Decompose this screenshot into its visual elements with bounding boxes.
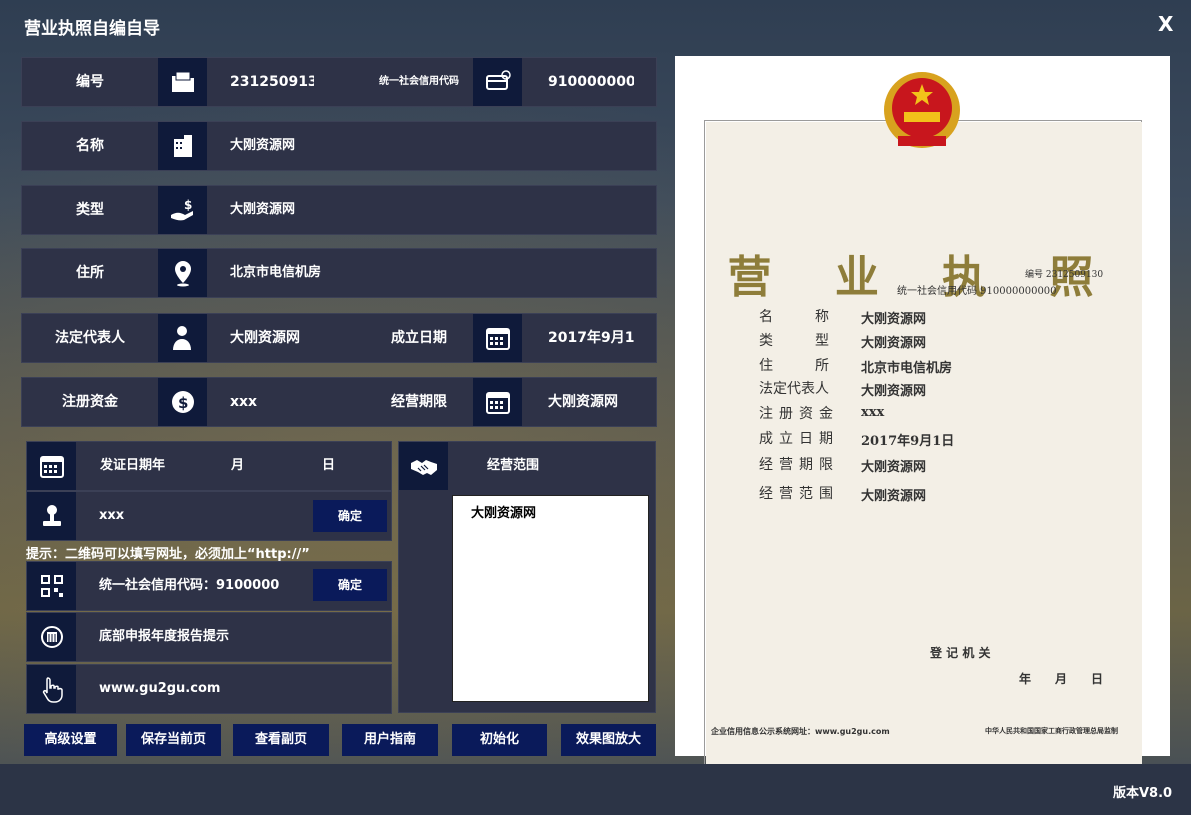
- found-label: 成立日期: [391, 330, 447, 346]
- version-label: 版本V8.0: [1113, 786, 1173, 801]
- svg-text:$: $: [178, 394, 188, 412]
- capital-label: 注册资金: [62, 394, 118, 410]
- cert-authority: 登 记 机 关: [930, 646, 991, 660]
- credit-label: 统一社会信用代码: [379, 76, 459, 87]
- seal-input[interactable]: xxx: [99, 492, 219, 540]
- issue-day-label[interactable]: 日: [322, 442, 352, 490]
- card-icon: [473, 58, 522, 106]
- footer-text-input[interactable]: 底部申报年度报告提示: [99, 613, 359, 661]
- cert-label-capital: 注册资金: [759, 406, 839, 422]
- advanced-settings-button[interactable]: 高级设置: [24, 724, 117, 756]
- row-capital: 注册资金 $ xxx 经营期限 大刚资源网: [21, 377, 657, 427]
- cert-label-rep: 法定代表人: [759, 381, 829, 397]
- row-website: www.gu2gu.com: [26, 664, 392, 714]
- confirm-qr-button[interactable]: 确定: [313, 569, 387, 601]
- row-number: 编号 2312509130 统一社会信用代码 9100000000: [21, 57, 657, 107]
- website-input[interactable]: www.gu2gu.com: [99, 665, 359, 713]
- row-issue-date: 发证日期年 月 日: [26, 441, 392, 491]
- initialize-button[interactable]: 初始化: [452, 724, 547, 756]
- found-input[interactable]: 2017年9月1日: [548, 314, 634, 362]
- cert-value-type: 大刚资源网: [861, 336, 927, 351]
- row-type: 类型 $ 大刚资源网: [21, 185, 657, 235]
- cert-value-scope: 大刚资源网: [861, 489, 927, 504]
- emblem-icon: [27, 613, 76, 661]
- location-pin-icon: [158, 249, 207, 297]
- calendar-icon: [27, 442, 76, 490]
- row-rep: 法定代表人 大刚资源网 成立日期 2017年9月1日: [21, 313, 657, 363]
- name-input[interactable]: 大刚资源网: [230, 122, 630, 170]
- stamp-icon: [27, 492, 76, 540]
- certificate-number: 编号 2312509130: [1025, 270, 1104, 280]
- cert-label-scope: 经营范围: [759, 486, 839, 502]
- person-icon: [158, 314, 207, 362]
- confirm-seal-button[interactable]: 确定: [313, 500, 387, 532]
- status-bar: [0, 764, 1191, 815]
- issue-month-label[interactable]: 月: [231, 442, 261, 490]
- cert-value-capital: xxx: [861, 405, 885, 420]
- cert-footer-right: 中华人民共和国国家工商行政管理总局监制: [985, 727, 1118, 735]
- rep-label: 法定代表人: [55, 330, 125, 346]
- type-label: 类型: [76, 202, 104, 218]
- view-copy-button[interactable]: 查看副页: [233, 724, 329, 756]
- address-label: 住所: [76, 265, 104, 281]
- term-input[interactable]: 大刚资源网: [548, 378, 648, 426]
- cert-label-name: 名 称: [759, 309, 829, 325]
- cert-value-address: 北京市电信机房: [861, 361, 953, 376]
- cert-date: 年 月 日: [1019, 672, 1104, 686]
- pointer-hand-icon: [27, 665, 76, 713]
- row-footer-text: 底部申报年度报告提示: [26, 612, 392, 662]
- row-name: 名称 大刚资源网: [21, 121, 657, 171]
- calendar-icon: [473, 314, 522, 362]
- address-input[interactable]: 北京市电信机房: [230, 249, 630, 297]
- row-seal: xxx 确定: [26, 491, 392, 541]
- name-label: 名称: [76, 138, 104, 154]
- building-icon: [158, 122, 207, 170]
- cert-label-term: 经营期限: [759, 457, 839, 473]
- row-address: 住所 北京市电信机房: [21, 248, 657, 298]
- money-hand-icon: $: [158, 186, 207, 234]
- credit-input[interactable]: 9100000000: [548, 58, 634, 106]
- title-bar: 营业执照自编自导 X: [0, 0, 1191, 52]
- user-guide-button[interactable]: 用户指南: [342, 724, 438, 756]
- certificate-preview[interactable]: 营 业 执 照 编号 2312509130 统一社会信用代码 910000000…: [675, 56, 1170, 780]
- cert-value-name: 大刚资源网: [861, 312, 927, 327]
- certificate-credit-code: 统一社会信用代码 910000000000: [897, 286, 1057, 297]
- rep-input[interactable]: 大刚资源网: [230, 314, 330, 362]
- issue-year-label[interactable]: 发证日期年: [100, 442, 190, 490]
- cert-footer-left: 企业信用信息公示系统网址：www.gu2gu.com: [711, 727, 890, 736]
- number-input[interactable]: 2312509130: [230, 58, 314, 106]
- capital-input[interactable]: xxx: [230, 378, 330, 426]
- app-title: 营业执照自编自导: [24, 19, 160, 39]
- coin-icon: $: [158, 378, 207, 426]
- qr-code-icon: [27, 562, 76, 610]
- national-emblem-icon: [880, 66, 964, 156]
- qr-input[interactable]: 统一社会信用代码：9100000: [99, 562, 309, 610]
- calendar-icon: [473, 378, 522, 426]
- number-label: 编号: [76, 74, 104, 90]
- scope-label: 经营范围: [487, 458, 540, 473]
- save-page-button[interactable]: 保存当前页: [126, 724, 221, 756]
- cert-label-type: 类 型: [759, 333, 829, 349]
- cert-label-address: 住 所: [759, 358, 829, 374]
- cert-label-founded: 成立日期: [759, 431, 839, 447]
- qr-hint: 提示：二维码可以填写网址，必须加上“http://”: [26, 547, 310, 562]
- cert-value-rep: 大刚资源网: [861, 384, 927, 399]
- svg-text:$: $: [184, 198, 192, 212]
- zoom-preview-button[interactable]: 效果图放大: [561, 724, 656, 756]
- handshake-icon: [399, 442, 448, 490]
- term-label: 经营期限: [391, 394, 447, 410]
- folder-icon: [158, 58, 207, 106]
- row-qr: 统一社会信用代码：9100000 确定: [26, 561, 392, 611]
- cert-value-term: 大刚资源网: [861, 460, 927, 475]
- cert-value-founded: 2017年9月1日: [861, 434, 955, 449]
- close-button[interactable]: X: [1158, 12, 1173, 36]
- type-input[interactable]: 大刚资源网: [230, 186, 630, 234]
- scope-textarea[interactable]: 大刚资源网: [452, 495, 649, 702]
